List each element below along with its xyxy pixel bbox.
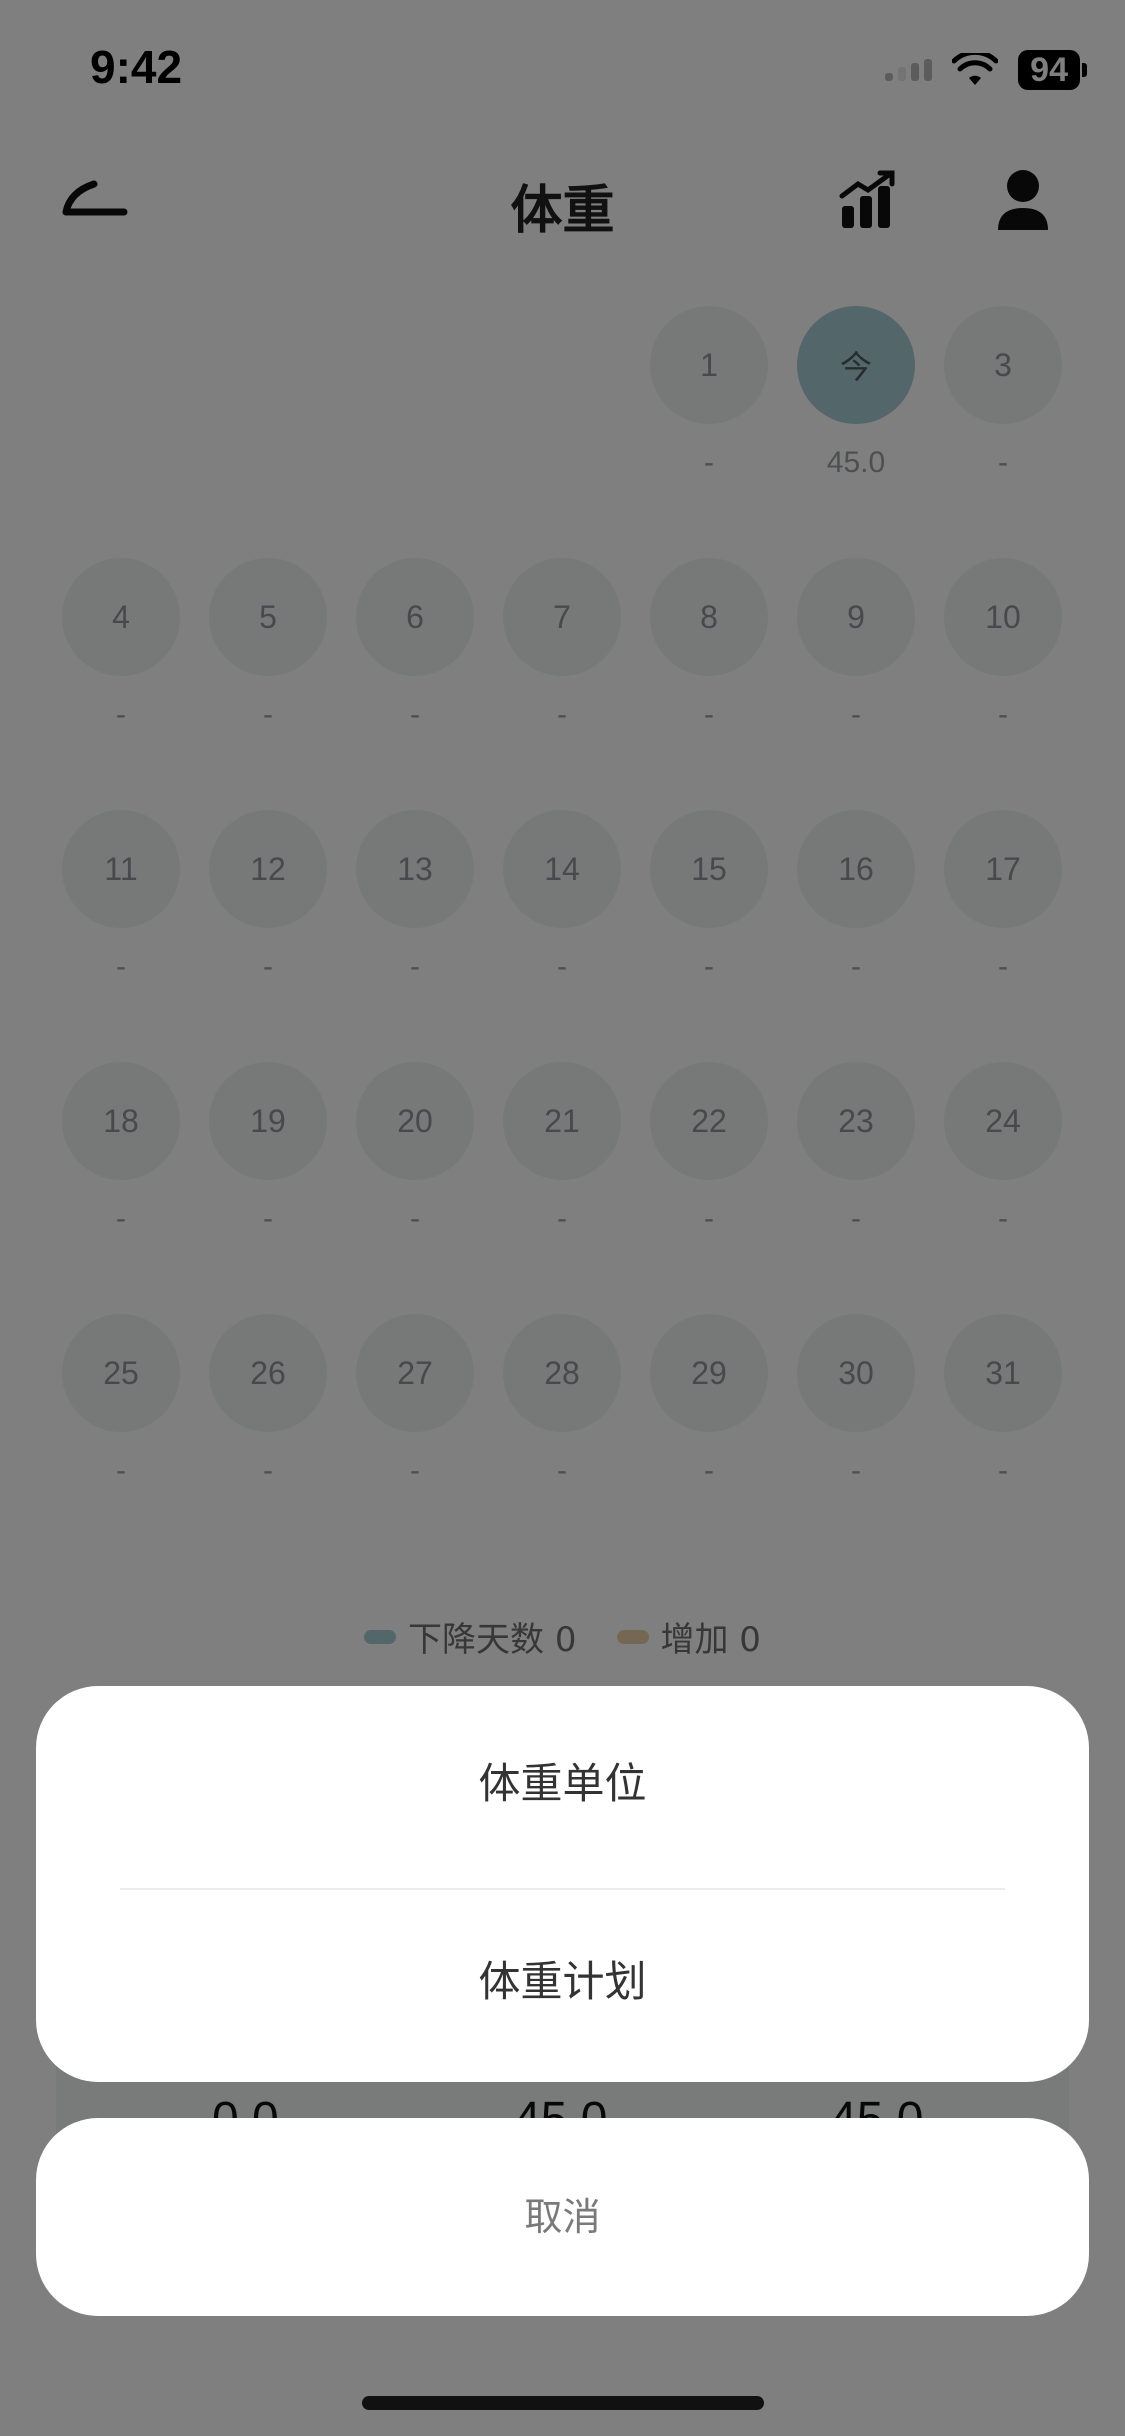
home-indicator xyxy=(362,2396,764,2410)
weight-unit-option[interactable]: 体重单位 xyxy=(36,1750,1089,1811)
action-sheet: 体重单位 体重计划 xyxy=(36,1686,1089,2082)
cancel-button[interactable]: 取消 xyxy=(36,2118,1089,2316)
weight-plan-option[interactable]: 体重计划 xyxy=(36,1948,1089,2009)
app-screen: 9:42 94 体重 1-今45.03-4-5-6-7-8-9-10-11-12… xyxy=(0,0,1125,2436)
divider xyxy=(120,1888,1005,1890)
